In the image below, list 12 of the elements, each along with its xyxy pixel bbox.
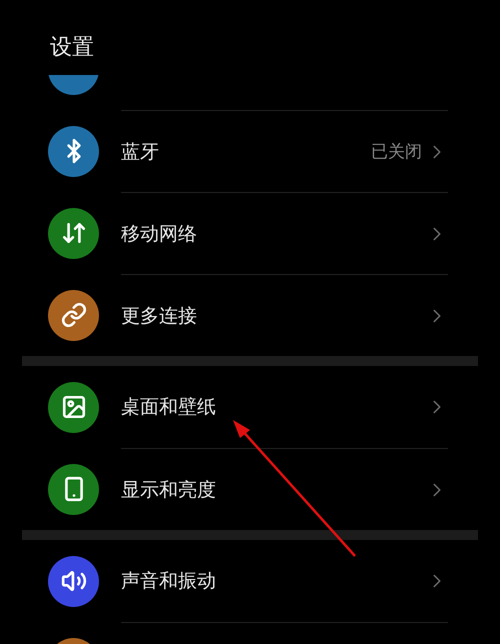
settings-item[interactable]: 移动网络 (0, 192, 500, 274)
item-label: 声音和振动 (121, 569, 217, 594)
item-label: 显示和亮度 (121, 478, 217, 502)
item-label: 更多连接 (121, 304, 198, 328)
item-label: 蓝牙 (121, 140, 160, 164)
item-status: 已关闭 (371, 141, 422, 163)
settings-item[interactable]: 蓝牙 已关闭 (0, 110, 500, 192)
item-label: 桌面和壁纸 (121, 395, 217, 420)
settings-item[interactable]: 桌面和壁纸 (0, 366, 500, 448)
page-title: 设置 (49, 34, 95, 62)
item-label: 移动网络 (121, 222, 198, 246)
settings-item[interactable]: 声音和振动 (0, 540, 500, 622)
